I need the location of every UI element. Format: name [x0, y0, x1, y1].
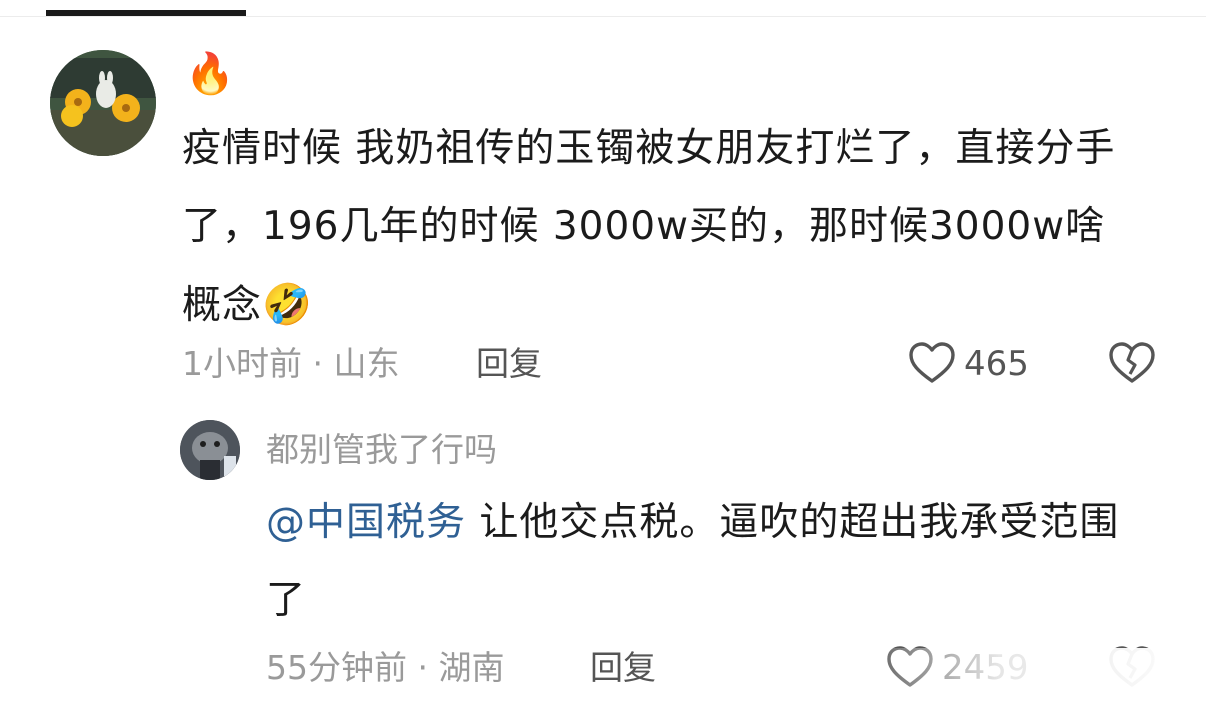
- like-count: 465: [964, 344, 1029, 384]
- fire-icon: 🔥: [185, 51, 235, 97]
- reply-button[interactable]: 回复: [476, 342, 542, 386]
- reply-avatar[interactable]: [180, 420, 240, 480]
- laughing-emoji-icon: 🤣: [262, 282, 313, 328]
- mention-link[interactable]: @中国税务: [266, 500, 466, 545]
- divider: [0, 16, 1206, 17]
- reply-meta: 55分钟前 · 湖南: [266, 648, 505, 687]
- reply-button[interactable]: 回复: [590, 646, 656, 690]
- bottom-fade-overlay: [860, 648, 1206, 716]
- heart-icon[interactable]: [908, 341, 956, 389]
- reply-text: @中国税务 让他交点税。逼吹的超出我承受范围了: [266, 500, 1120, 623]
- broken-heart-icon[interactable]: [1108, 341, 1156, 389]
- comment-meta: 1小时前 · 山东: [182, 344, 400, 383]
- avatar[interactable]: [50, 50, 156, 156]
- reply-username[interactable]: 都别管我了行吗: [266, 428, 497, 472]
- comment-text: 疫情时候 我奶祖传的玉镯被女朋友打烂了，直接分手了，196几年的时候 3000w…: [182, 126, 1116, 328]
